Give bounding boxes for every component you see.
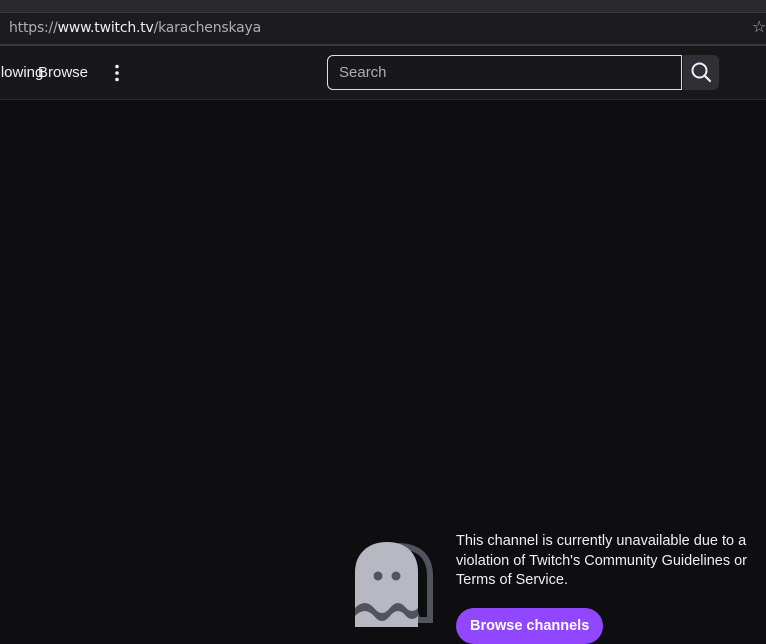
more-options-button[interactable] bbox=[104, 60, 130, 86]
star-icon[interactable]: ☆ bbox=[752, 19, 766, 37]
search-input[interactable] bbox=[327, 55, 682, 90]
nav-browse-link[interactable]: Browse bbox=[38, 64, 88, 81]
url-domain: www.twitch.tv bbox=[57, 20, 154, 36]
top-nav: Following Browse bbox=[0, 46, 766, 100]
address-bar[interactable]: https://www.twitch.tv/karachenskaya ☆ bbox=[0, 13, 766, 44]
ghost-icon bbox=[350, 536, 440, 627]
browser-chrome: https://www.twitch.tv/karachenskaya ☆ bbox=[0, 0, 766, 46]
search-button[interactable] bbox=[683, 55, 719, 90]
vertical-dots-icon bbox=[115, 64, 119, 82]
browse-channels-button[interactable]: Browse channels bbox=[456, 608, 604, 644]
nav-following-link[interactable]: Following bbox=[0, 64, 43, 81]
browser-tab-strip bbox=[0, 0, 766, 13]
unavailable-message: This channel is currently unavailable du… bbox=[456, 533, 748, 588]
search-icon bbox=[691, 62, 712, 83]
url-prefix: https:// bbox=[9, 20, 58, 36]
channel-content-area: This channel is currently unavailable du… bbox=[0, 100, 766, 644]
url-path: /karachenskaya bbox=[153, 20, 262, 36]
url-text[interactable]: https://www.twitch.tv/karachenskaya bbox=[9, 20, 261, 36]
